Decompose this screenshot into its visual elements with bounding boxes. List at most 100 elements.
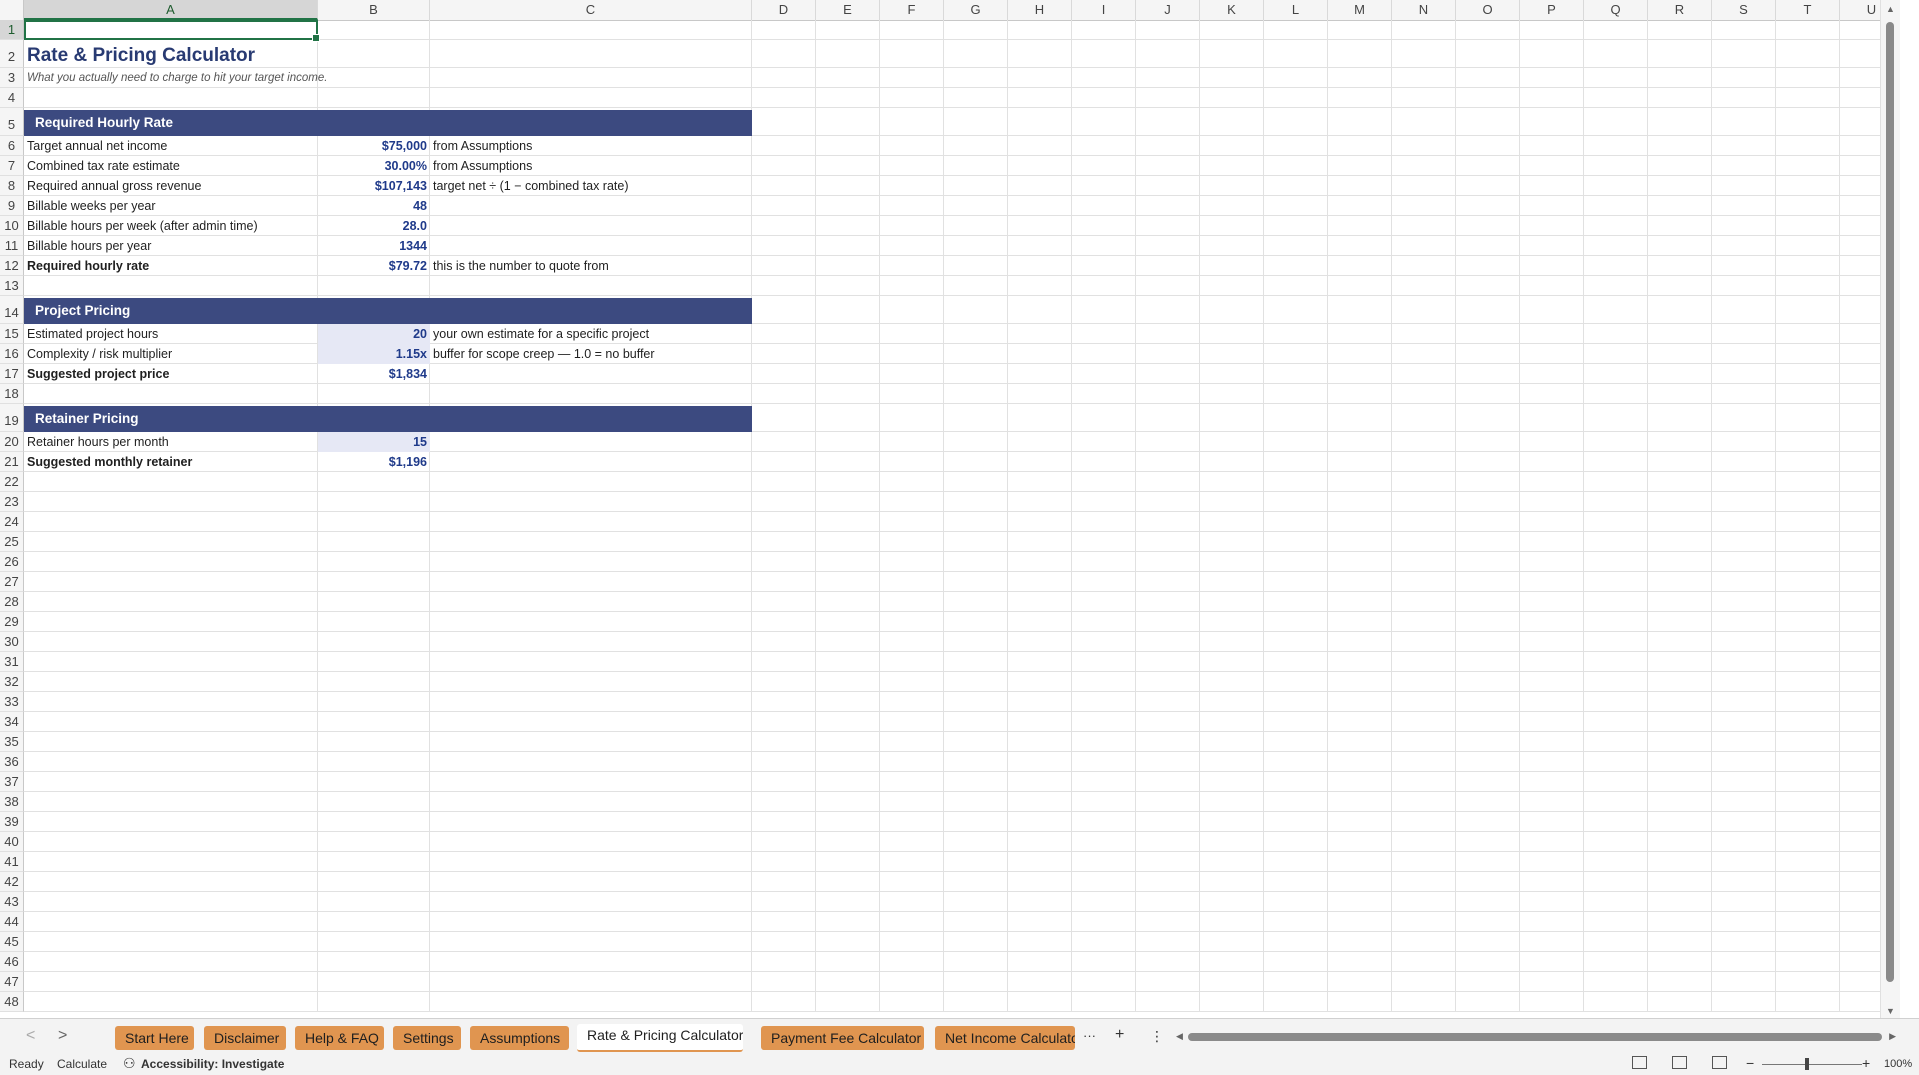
row-label[interactable]: Complexity / risk multiplier	[24, 344, 318, 364]
scroll-down-icon[interactable]: ▼	[1886, 1006, 1895, 1016]
row-header-32[interactable]: 32	[0, 672, 24, 692]
sheet-tab-7[interactable]: Net Income Calculato	[935, 1026, 1075, 1050]
column-header-a[interactable]: A	[24, 0, 318, 20]
column-header-m[interactable]: M	[1328, 0, 1392, 20]
value-cell[interactable]: $1,834	[318, 364, 430, 384]
row-header-26[interactable]: 26	[0, 552, 24, 572]
row-header-44[interactable]: 44	[0, 912, 24, 932]
vertical-scrollbar[interactable]: ▲ ▼	[1880, 0, 1900, 1018]
row-header-7[interactable]: 7	[0, 156, 24, 176]
column-header-o[interactable]: O	[1456, 0, 1520, 20]
row-label[interactable]: Retainer hours per month	[24, 432, 318, 452]
input-value-cell[interactable]: 1.15x	[318, 344, 430, 364]
row-header-3[interactable]: 3	[0, 68, 24, 88]
row-label[interactable]: Required annual gross revenue	[24, 176, 318, 196]
row-header-41[interactable]: 41	[0, 852, 24, 872]
row-header-8[interactable]: 8	[0, 176, 24, 196]
note-cell[interactable]: from Assumptions	[430, 136, 752, 156]
sheet-tab-1[interactable]: Disclaimer	[204, 1026, 286, 1050]
row-label[interactable]: Billable hours per year	[24, 236, 318, 256]
zoom-in-button[interactable]: +	[1862, 1055, 1870, 1071]
row-header-23[interactable]: 23	[0, 492, 24, 512]
page-break-view-icon[interactable]	[1712, 1056, 1727, 1069]
column-header-j[interactable]: J	[1136, 0, 1200, 20]
accessibility-icon[interactable]: ⚇	[123, 1055, 136, 1072]
vertical-scroll-thumb[interactable]	[1886, 22, 1894, 982]
row-header-45[interactable]: 45	[0, 932, 24, 952]
horizontal-scrollbar[interactable]: ◀ ▶	[1176, 1031, 1896, 1043]
column-header-s[interactable]: S	[1712, 0, 1776, 20]
row-header-30[interactable]: 30	[0, 632, 24, 652]
row-header-47[interactable]: 47	[0, 972, 24, 992]
sheet-tab-6[interactable]: Payment Fee Calculator	[761, 1026, 924, 1050]
row-label[interactable]: Estimated project hours	[24, 324, 318, 344]
zoom-slider-thumb[interactable]	[1805, 1058, 1809, 1070]
scroll-up-icon[interactable]: ▲	[1886, 4, 1895, 14]
select-all-corner[interactable]	[0, 0, 24, 20]
row-header-10[interactable]: 10	[0, 216, 24, 236]
column-header-t[interactable]: T	[1776, 0, 1840, 20]
column-header-f[interactable]: F	[880, 0, 944, 20]
row-header-21[interactable]: 21	[0, 452, 24, 472]
value-cell[interactable]: 48	[318, 196, 430, 216]
next-sheet-icon[interactable]: >	[58, 1027, 67, 1045]
value-cell[interactable]: 28.0	[318, 216, 430, 236]
active-cell-cursor[interactable]	[24, 20, 320, 42]
spreadsheet-grid[interactable]: ABCDEFGHIJKLMNOPQRSTU 1 2 3 4 5 6 7 8 9 10 11 12 13 1…	[0, 0, 1900, 1018]
calculate-button[interactable]: Calculate	[57, 1057, 107, 1071]
note-cell[interactable]: buffer for scope creep — 1.0 = no buffer	[430, 344, 752, 364]
row-header-18[interactable]: 18	[0, 384, 24, 404]
value-cell[interactable]: $79.72	[318, 256, 430, 276]
prev-sheet-icon[interactable]: <	[26, 1027, 35, 1045]
row-label[interactable]: Combined tax rate estimate	[24, 156, 318, 176]
add-sheet-icon[interactable]: +	[1115, 1026, 1124, 1044]
page-layout-view-icon[interactable]	[1672, 1056, 1687, 1069]
input-value-cell[interactable]: 20	[318, 324, 430, 344]
value-cell[interactable]: 30.00%	[318, 156, 430, 176]
row-header-17[interactable]: 17	[0, 364, 24, 384]
column-header-p[interactable]: P	[1520, 0, 1584, 20]
row-header-6[interactable]: 6	[0, 136, 24, 156]
row-header-15[interactable]: 15	[0, 324, 24, 344]
row-header-40[interactable]: 40	[0, 832, 24, 852]
row-header-19[interactable]: 19	[0, 404, 24, 432]
note-cell[interactable]: your own estimate for a specific project	[430, 324, 752, 344]
more-sheets-icon[interactable]: ···	[1083, 1028, 1096, 1043]
row-header-14[interactable]: 14	[0, 296, 24, 324]
row-header-29[interactable]: 29	[0, 612, 24, 632]
row-header-28[interactable]: 28	[0, 592, 24, 612]
row-label[interactable]: Billable weeks per year	[24, 196, 318, 216]
zoom-out-button[interactable]: −	[1746, 1055, 1754, 1071]
value-cell[interactable]: $75,000	[318, 136, 430, 156]
row-label[interactable]: Required hourly rate	[24, 256, 318, 276]
note-cell[interactable]: this is the number to quote from	[430, 256, 752, 276]
row-header-20[interactable]: 20	[0, 432, 24, 452]
row-header-35[interactable]: 35	[0, 732, 24, 752]
accessibility-status[interactable]: Accessibility: Investigate	[141, 1057, 284, 1071]
row-header-43[interactable]: 43	[0, 892, 24, 912]
column-header-d[interactable]: D	[752, 0, 816, 20]
column-header-b[interactable]: B	[318, 0, 430, 20]
row-header-34[interactable]: 34	[0, 712, 24, 732]
value-cell[interactable]: 1344	[318, 236, 430, 256]
sheet-tab-5[interactable]: Rate & Pricing Calculator	[577, 1024, 743, 1052]
sheet-options-icon[interactable]: ⋮	[1150, 1028, 1164, 1045]
column-header-e[interactable]: E	[816, 0, 880, 20]
row-header-42[interactable]: 42	[0, 872, 24, 892]
row-header-5[interactable]: 5	[0, 108, 24, 136]
zoom-slider[interactable]	[1762, 1064, 1862, 1065]
scroll-left-icon[interactable]: ◀	[1176, 1031, 1183, 1042]
column-header-g[interactable]: G	[944, 0, 1008, 20]
row-header-25[interactable]: 25	[0, 532, 24, 552]
column-header-n[interactable]: N	[1392, 0, 1456, 20]
column-header-r[interactable]: R	[1648, 0, 1712, 20]
row-header-46[interactable]: 46	[0, 952, 24, 972]
row-header-9[interactable]: 9	[0, 196, 24, 216]
row-header-31[interactable]: 31	[0, 652, 24, 672]
value-cell[interactable]: $1,196	[318, 452, 430, 472]
row-header-11[interactable]: 11	[0, 236, 24, 256]
sheet-tab-2[interactable]: Help & FAQ	[295, 1026, 384, 1050]
row-header-4[interactable]: 4	[0, 88, 24, 108]
row-header-27[interactable]: 27	[0, 572, 24, 592]
column-header-l[interactable]: L	[1264, 0, 1328, 20]
